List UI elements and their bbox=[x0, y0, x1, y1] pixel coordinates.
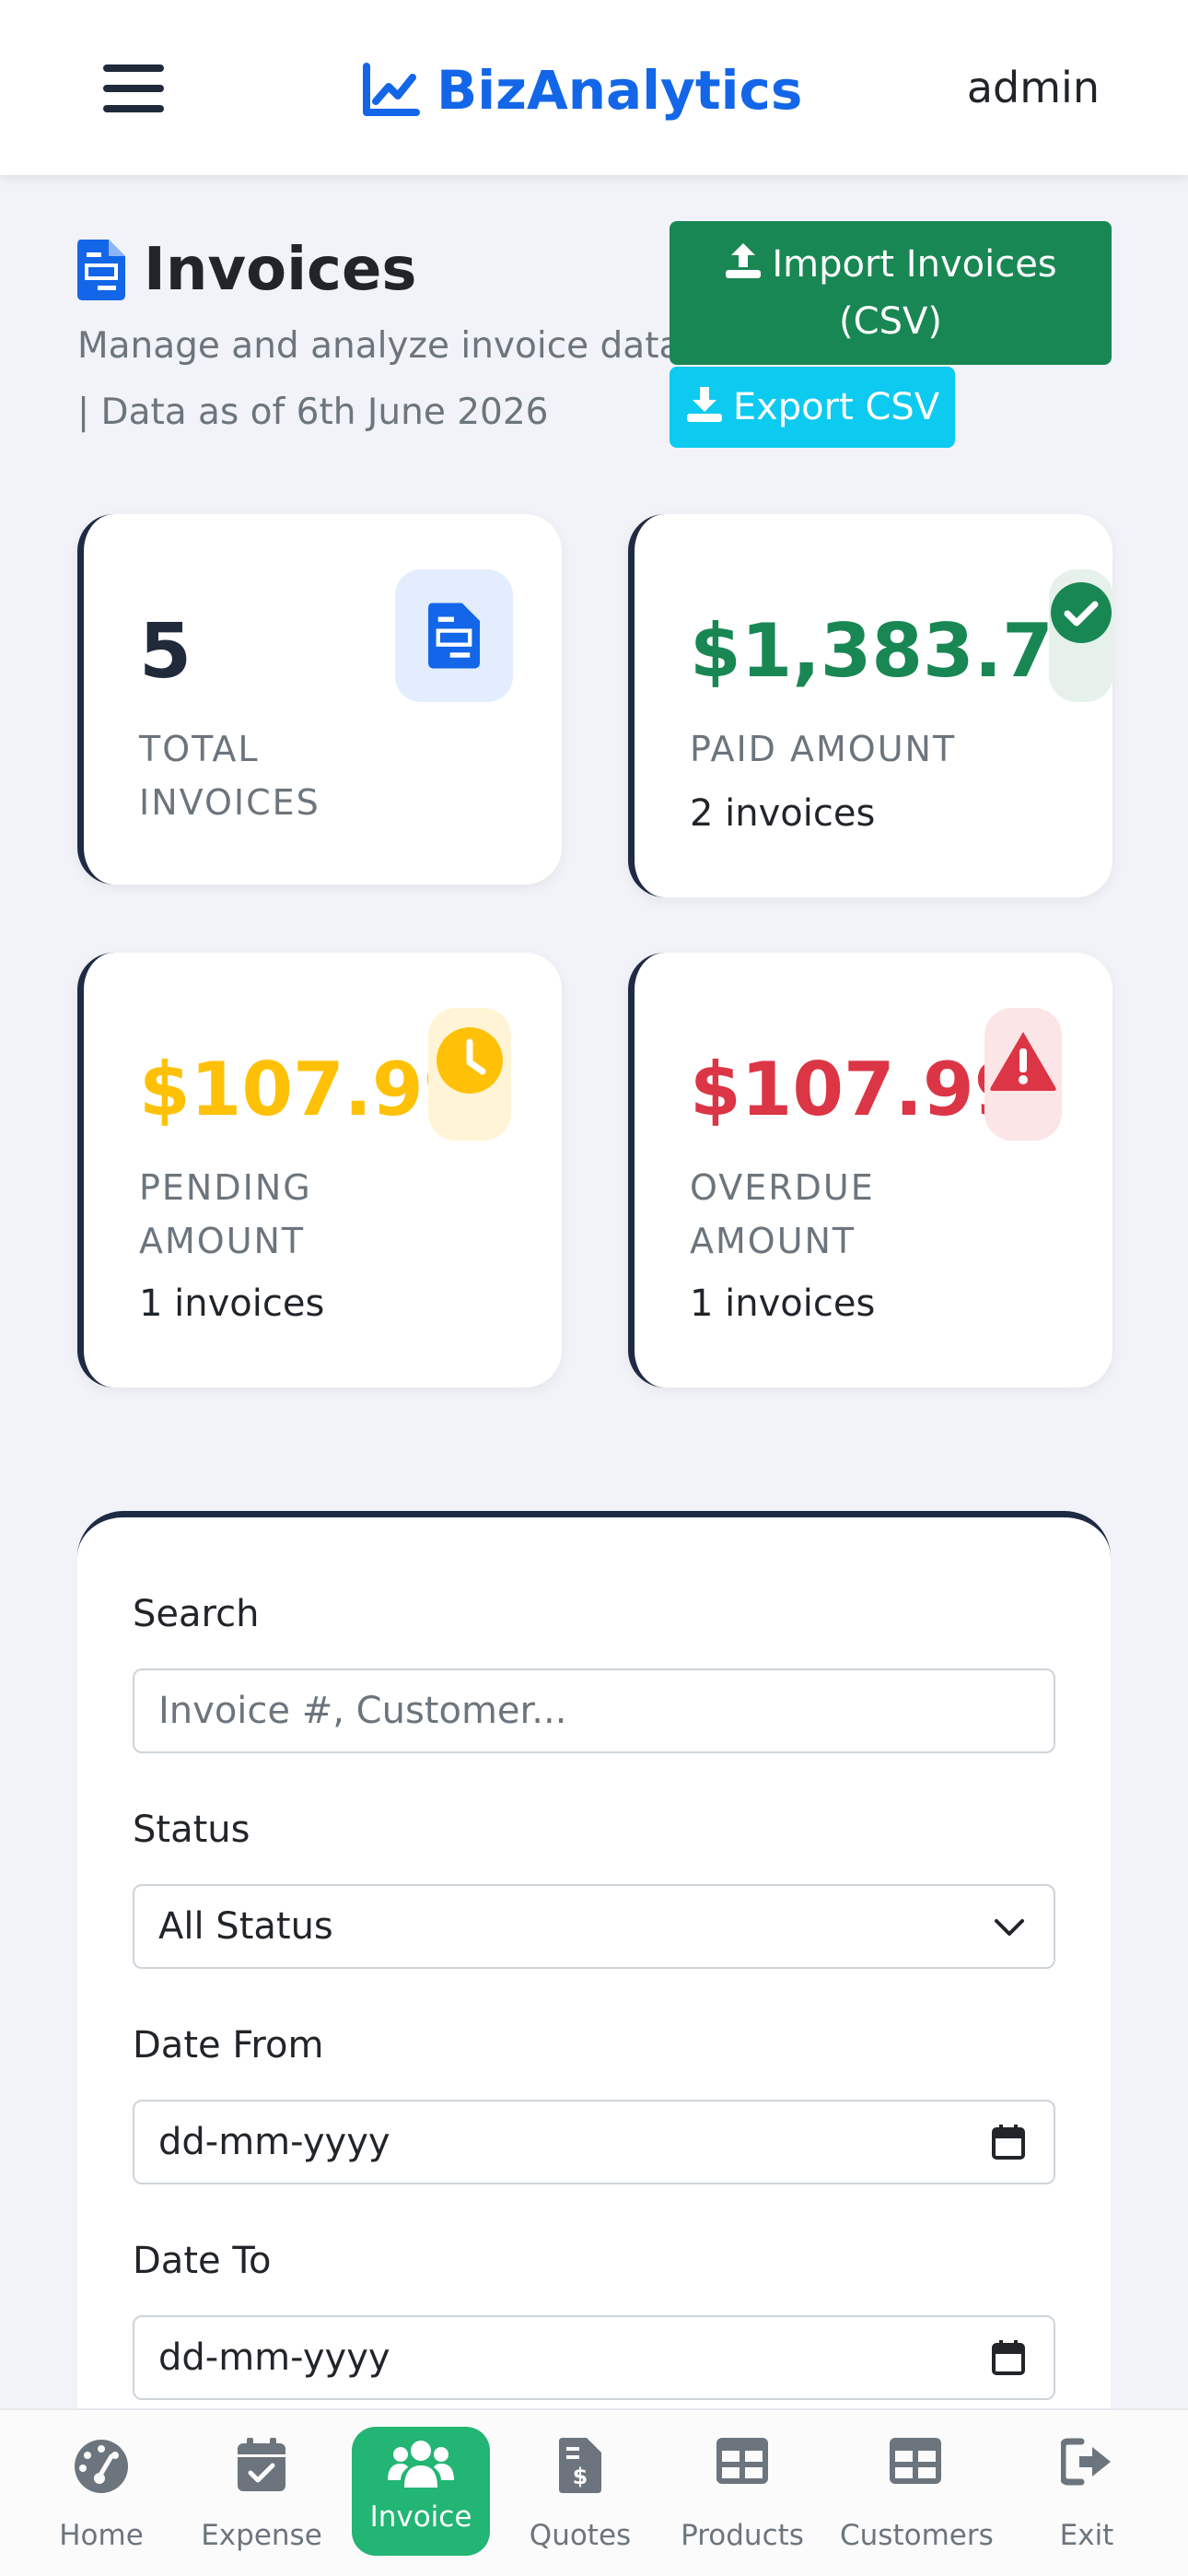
paid-amount-label: PAID AMOUNT bbox=[690, 729, 957, 769]
chart-line-icon bbox=[363, 63, 420, 116]
date-from-placeholder: dd-mm-yyyy bbox=[158, 2121, 390, 2163]
page-title: Invoices bbox=[144, 236, 417, 304]
brand-logo[interactable]: BizAnalytics bbox=[361, 57, 802, 123]
status-label: Status bbox=[133, 1809, 250, 1851]
total-invoices-value: 5 bbox=[139, 608, 192, 696]
date-from-input[interactable]: dd-mm-yyyy bbox=[133, 2100, 1055, 2184]
paid-amount-value: $1,383.73 bbox=[690, 608, 1105, 694]
stat-card-paid-amount: $1,383.73 PAID AMOUNT 2 invoices bbox=[628, 514, 1113, 897]
paid-invoice-count: 2 invoices bbox=[690, 792, 876, 835]
check-circle-icon bbox=[1051, 582, 1112, 643]
status-select-value: All Status bbox=[158, 1905, 333, 1948]
stat-card-total-invoices: 5 TOTAL INVOICES bbox=[77, 514, 562, 884]
overdue-amount-value: $107.99 bbox=[690, 1047, 1026, 1132]
stat-card-overdue-amount: $107.99 OVERDUE AMOUNT 1 invoices bbox=[628, 953, 1112, 1388]
calendar-icon[interactable] bbox=[991, 2124, 1026, 2160]
nav-customers[interactable]: Customers bbox=[840, 2410, 994, 2576]
table-icon bbox=[890, 2438, 941, 2484]
overdue-icon-box bbox=[984, 1008, 1062, 1141]
bottom-navigation: Home Expense Invoice $ Quotes Products C… bbox=[0, 2408, 1188, 2576]
page-heading: Invoices bbox=[77, 236, 416, 304]
total-icon-box bbox=[395, 569, 513, 702]
status-select[interactable]: All Status bbox=[133, 1884, 1055, 1969]
pending-invoice-count: 1 invoices bbox=[139, 1282, 325, 1325]
stat-card-pending-amount: $107.99 PENDING AMOUNT 1 invoices bbox=[77, 953, 562, 1388]
file-invoice-dollar-icon: $ bbox=[559, 2438, 601, 2493]
menu-icon[interactable] bbox=[103, 64, 164, 116]
nav-quotes[interactable]: $ Quotes bbox=[525, 2410, 635, 2576]
search-input[interactable] bbox=[133, 1669, 1055, 1753]
nav-exit[interactable]: Exit bbox=[1041, 2410, 1133, 2576]
date-from-label: Date From bbox=[133, 2024, 324, 2067]
overdue-invoice-count: 1 invoices bbox=[690, 1282, 876, 1325]
date-to-label: Date To bbox=[133, 2240, 272, 2282]
calendar-icon[interactable] bbox=[991, 2339, 1026, 2376]
user-menu[interactable]: admin bbox=[967, 63, 1100, 112]
table-icon bbox=[716, 2438, 768, 2484]
export-csv-button[interactable]: Export CSV bbox=[670, 367, 955, 448]
import-invoices-button[interactable]: Import Invoices (CSV) bbox=[670, 221, 1112, 365]
calendar-check-icon bbox=[238, 2438, 285, 2491]
nav-invoice[interactable]: Invoice bbox=[352, 2427, 490, 2556]
nav-expense[interactable]: Expense bbox=[197, 2410, 326, 2576]
date-to-placeholder: dd-mm-yyyy bbox=[158, 2336, 390, 2379]
pending-amount-label: PENDING AMOUNT bbox=[139, 1167, 312, 1261]
pending-icon-box bbox=[428, 1008, 511, 1141]
users-group-icon bbox=[388, 2441, 454, 2488]
nav-home[interactable]: Home bbox=[46, 2410, 157, 2576]
date-to-input[interactable]: dd-mm-yyyy bbox=[133, 2315, 1055, 2400]
clock-icon bbox=[437, 1027, 503, 1094]
upload-icon bbox=[726, 243, 762, 278]
paid-icon-box bbox=[1049, 569, 1113, 702]
pending-amount-value: $107.99 bbox=[139, 1047, 475, 1132]
nav-products[interactable]: Products bbox=[678, 2410, 807, 2576]
top-navbar: BizAnalytics admin bbox=[0, 0, 1188, 175]
chevron-down-icon bbox=[995, 1919, 1024, 1936]
warning-triangle-icon bbox=[990, 1032, 1056, 1091]
file-invoice-icon bbox=[77, 240, 125, 300]
brand-name: BizAnalytics bbox=[437, 59, 803, 122]
total-invoices-label: TOTAL INVOICES bbox=[139, 729, 320, 823]
dashboard-gauge-icon bbox=[75, 2440, 128, 2493]
sign-out-icon bbox=[1061, 2438, 1111, 2486]
file-invoice-icon bbox=[428, 603, 480, 669]
page-subtitle: Manage and analyze invoice data | Data a… bbox=[77, 325, 681, 433]
svg-text:$: $ bbox=[573, 2464, 588, 2489]
search-label: Search bbox=[133, 1593, 260, 1635]
overdue-amount-label: OVERDUE AMOUNT bbox=[690, 1167, 875, 1261]
download-icon bbox=[686, 387, 722, 422]
